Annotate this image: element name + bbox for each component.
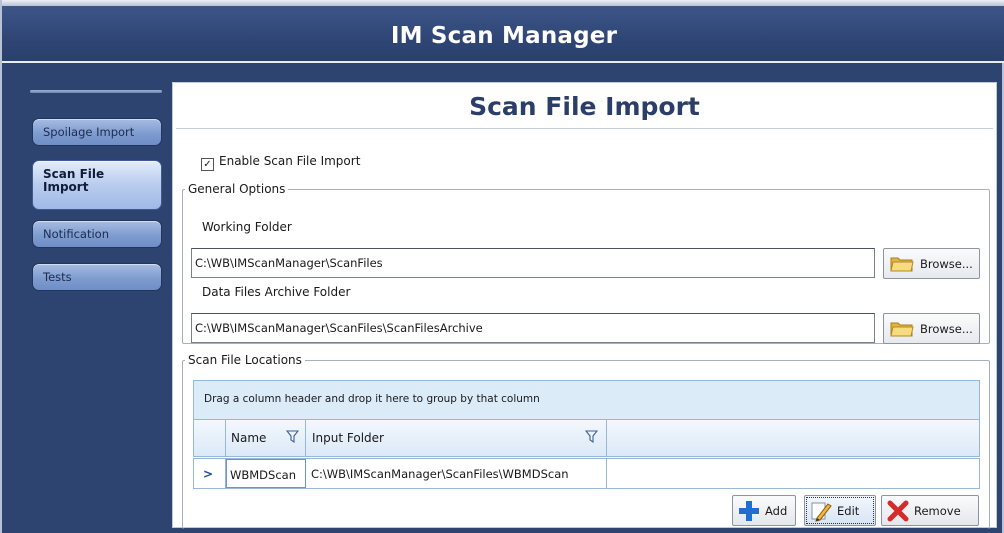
enable-scan-import-checkbox[interactable]: ✓: [201, 158, 214, 171]
remove-button[interactable]: Remove: [881, 495, 979, 526]
folder-icon: [890, 257, 914, 271]
grid-header-filler: [607, 420, 979, 456]
filter-icon[interactable]: [585, 430, 598, 444]
group-by-panel[interactable]: Drag a column header and drop it here to…: [193, 380, 980, 420]
sidebar: Spoilage Import Scan File Import Notific…: [4, 63, 170, 533]
add-button[interactable]: Add: [732, 495, 796, 526]
sidebar-item-spoilage-import[interactable]: Spoilage Import: [32, 118, 162, 146]
edit-icon: [811, 502, 832, 522]
browse-label: Browse...: [920, 321, 973, 336]
sidebar-separator: [30, 90, 162, 93]
app-title-bar: IM Scan Manager: [2, 6, 1004, 63]
content-panel: Scan File Import ✓ Enable Scan File Impor…: [172, 82, 997, 529]
folder-icon: [890, 322, 914, 336]
column-header-input-folder[interactable]: Input Folder: [306, 420, 607, 456]
remove-label: Remove: [914, 503, 961, 518]
column-header-label: Input Folder: [312, 431, 384, 445]
working-folder-browse-button[interactable]: Browse...: [883, 248, 980, 279]
sidebar-item-label: Tests: [43, 270, 72, 284]
sidebar-item-tests[interactable]: Tests: [32, 263, 162, 291]
general-options-legend: General Options: [188, 182, 286, 196]
column-header-name[interactable]: Name: [226, 420, 306, 456]
archive-folder-browse-button[interactable]: Browse...: [883, 313, 980, 344]
scan-file-locations-legend: Scan File Locations: [188, 353, 302, 367]
working-folder-label: Working Folder: [202, 220, 292, 234]
enable-scan-import-label: Enable Scan File Import: [219, 154, 361, 168]
edit-label: Edit: [837, 503, 860, 518]
add-label: Add: [765, 503, 788, 518]
enable-scan-import-row[interactable]: ✓ Enable Scan File Import: [201, 154, 360, 171]
remove-x-icon: [887, 500, 909, 521]
general-options-group: General Options Working Folder Browse...…: [182, 182, 990, 344]
filter-icon[interactable]: [286, 430, 299, 444]
cell-input-folder[interactable]: C:\WB\IMScanManager\ScanFiles\WBMDScan: [306, 459, 607, 488]
sidebar-item-label: Spoilage Import: [43, 125, 135, 139]
sidebar-item-label: Notification: [43, 227, 109, 241]
sidebar-item-scan-file-import[interactable]: Scan File Import: [32, 160, 162, 210]
page-title: Scan File Import: [469, 92, 700, 121]
edit-button[interactable]: Edit: [804, 495, 876, 526]
app-title: IM Scan Manager: [390, 23, 618, 49]
app-window: IM Scan Manager Spoilage Import Scan Fil…: [0, 0, 1004, 533]
plus-icon: [739, 500, 759, 521]
sidebar-item-label-line-2: Import: [43, 180, 89, 194]
sidebar-item-notification[interactable]: Notification: [32, 220, 162, 248]
row-indicator-header: [194, 420, 226, 456]
browse-label: Browse...: [920, 256, 973, 271]
cell-filler: [607, 459, 979, 488]
cell-name[interactable]: WBMDScan: [226, 459, 306, 488]
archive-folder-input[interactable]: [191, 313, 875, 343]
title-divider: [176, 128, 993, 129]
working-folder-input[interactable]: [191, 248, 875, 278]
column-header-label: Name: [231, 431, 267, 445]
table-row[interactable]: > WBMDScan C:\WB\IMScanManager\ScanFiles…: [193, 458, 980, 489]
archive-folder-label: Data Files Archive Folder: [202, 285, 351, 299]
scan-file-locations-group: Scan File Locations Drag a column header…: [182, 353, 990, 529]
grid-header-row: Name Input Folder: [193, 420, 980, 457]
row-indicator: >: [194, 459, 226, 488]
